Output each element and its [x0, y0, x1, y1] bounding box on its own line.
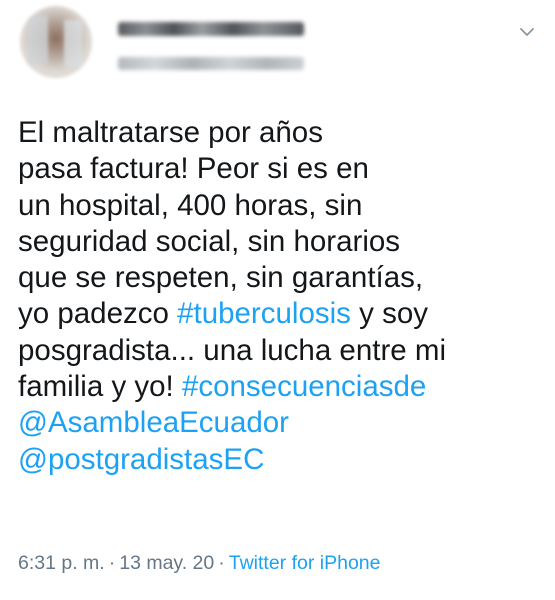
- tweet-text-segment: seguridad social, sin horarios: [18, 224, 401, 258]
- tweet-text-segment: y soy: [350, 297, 428, 331]
- tweet-text-line: posgradista... una lucha entre mi: [18, 333, 538, 369]
- tweet-card: El maltratarse por años pasa factura! Peo…: [0, 0, 555, 600]
- hashtag-link[interactable]: #tuberculosis: [177, 297, 351, 330]
- tweet-text-segment: un hospital, 400 horas, sin: [18, 188, 363, 222]
- tweet-text-segment: familia y yo!: [18, 370, 182, 404]
- tweet-text-segment: que se respeten, sin garantías,: [18, 261, 424, 295]
- author-name-redacted[interactable]: [118, 22, 304, 36]
- tweet-text: El maltratarse por años pasa factura! Peo…: [18, 115, 538, 478]
- hashtag-link[interactable]: #consecuenciasde: [182, 370, 426, 403]
- tweet-text-segment: El maltratarse por años: [18, 116, 323, 149]
- tweet-text-line: que se respeten, sin garantías,: [18, 260, 538, 296]
- tweet-text-segment: yo padezco: [18, 297, 178, 331]
- chevron-down-icon[interactable]: [517, 22, 537, 42]
- tweet-meta: 6:31 p. m. · 13 may. 20 · Twitter for iPhone: [18, 551, 380, 575]
- avatar[interactable]: [20, 6, 92, 78]
- meta-separator: ·: [108, 552, 116, 574]
- mention-link[interactable]: @postgradistasEC: [18, 443, 264, 476]
- tweet-text-segment: pasa factura! Peor si es en: [18, 152, 369, 186]
- tweet-text-line: @postgradistasEC: [18, 442, 538, 478]
- tweet-text-line: familia y yo! #consecuenciasde: [18, 369, 538, 405]
- tweet-text-line: yo padezco #tuberculosis y soy: [18, 296, 538, 332]
- mention-link[interactable]: @AsambleaEcuador: [18, 406, 289, 439]
- tweet-time[interactable]: 6:31 p. m.: [18, 552, 105, 574]
- tweet-source-link[interactable]: Twitter for iPhone: [229, 552, 381, 574]
- tweet-text-segment: posgradista... una lucha entre mi: [18, 333, 446, 367]
- tweet-text-line: un hospital, 400 horas, sin: [18, 188, 538, 224]
- tweet-text-line: seguridad social, sin horarios: [18, 224, 538, 260]
- tweet-date[interactable]: 13 may. 20: [119, 552, 214, 574]
- tweet-text-line: El maltratarse por años: [18, 115, 538, 151]
- meta-separator: ·: [218, 552, 225, 574]
- tweet-text-line: pasa factura! Peor si es en: [18, 151, 538, 187]
- tweet-text-line: @AsambleaEcuador: [18, 405, 538, 441]
- author-handle-redacted[interactable]: [118, 57, 304, 70]
